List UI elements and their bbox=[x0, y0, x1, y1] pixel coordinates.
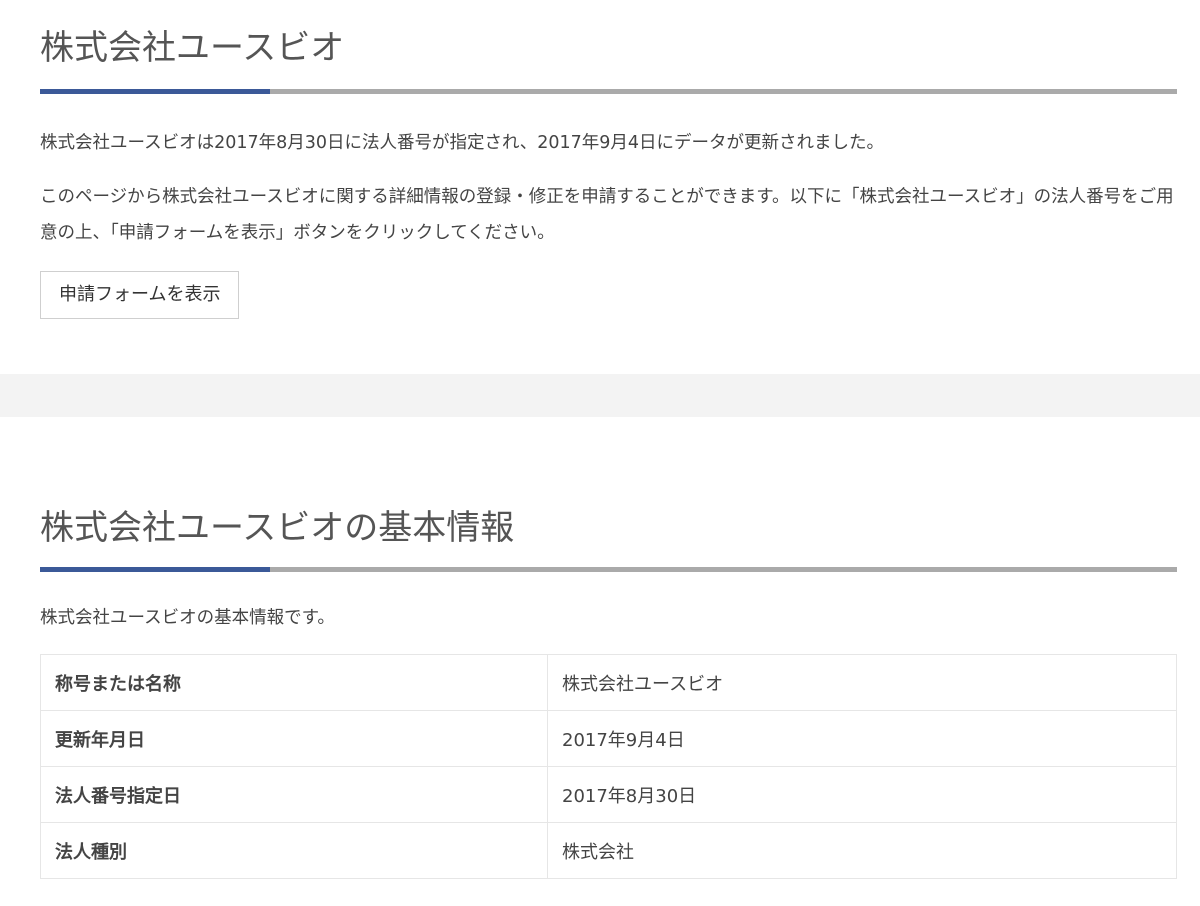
company-summary: 株式会社ユースビオは2017年8月30日に法人番号が指定され、2017年9月4日… bbox=[40, 133, 885, 153]
row-key: 更新年月日 bbox=[40, 710, 548, 767]
company-section: 株式会社ユースビオ 株式会社ユースビオは2017年8月30日に法人番号が指定され… bbox=[40, 0, 1177, 319]
row-key: 称号または名称 bbox=[40, 654, 548, 711]
basic-info-intro: 株式会社ユースビオの基本情報です。 bbox=[40, 608, 335, 628]
application-instructions: このページから株式会社ユースビオに関する詳細情報の登録・修正を申請することができ… bbox=[40, 187, 1174, 243]
basic-info-underline bbox=[40, 567, 1177, 572]
section-separator-band bbox=[0, 374, 1200, 417]
table-row: 更新年月日 2017年9月4日 bbox=[40, 710, 1177, 767]
row-key: 法人種別 bbox=[40, 822, 548, 879]
row-value: 2017年8月30日 bbox=[547, 766, 1177, 823]
title-underline-accent bbox=[40, 89, 270, 94]
basic-info-section: 株式会社ユースビオの基本情報 株式会社ユースビオの基本情報です。 称号または名称… bbox=[40, 505, 1177, 879]
row-value: 株式会社ユースビオ bbox=[547, 654, 1177, 711]
table-row: 称号または名称 株式会社ユースビオ bbox=[40, 654, 1177, 711]
basic-info-title: 株式会社ユースビオの基本情報 bbox=[40, 508, 515, 548]
table-row: 法人番号指定日 2017年8月30日 bbox=[40, 766, 1177, 823]
page-title: 株式会社ユースビオ bbox=[40, 28, 345, 68]
title-underline bbox=[40, 89, 1177, 94]
basic-info-table: 称号または名称 株式会社ユースビオ 更新年月日 2017年9月4日 法人番号指定… bbox=[40, 654, 1177, 879]
basic-info-underline-accent bbox=[40, 567, 270, 572]
table-row: 法人種別 株式会社 bbox=[40, 822, 1177, 879]
row-key: 法人番号指定日 bbox=[40, 766, 548, 823]
row-value: 株式会社 bbox=[547, 822, 1177, 879]
row-value: 2017年9月4日 bbox=[547, 710, 1177, 767]
show-application-form-button[interactable]: 申請フォームを表示 bbox=[40, 271, 240, 319]
